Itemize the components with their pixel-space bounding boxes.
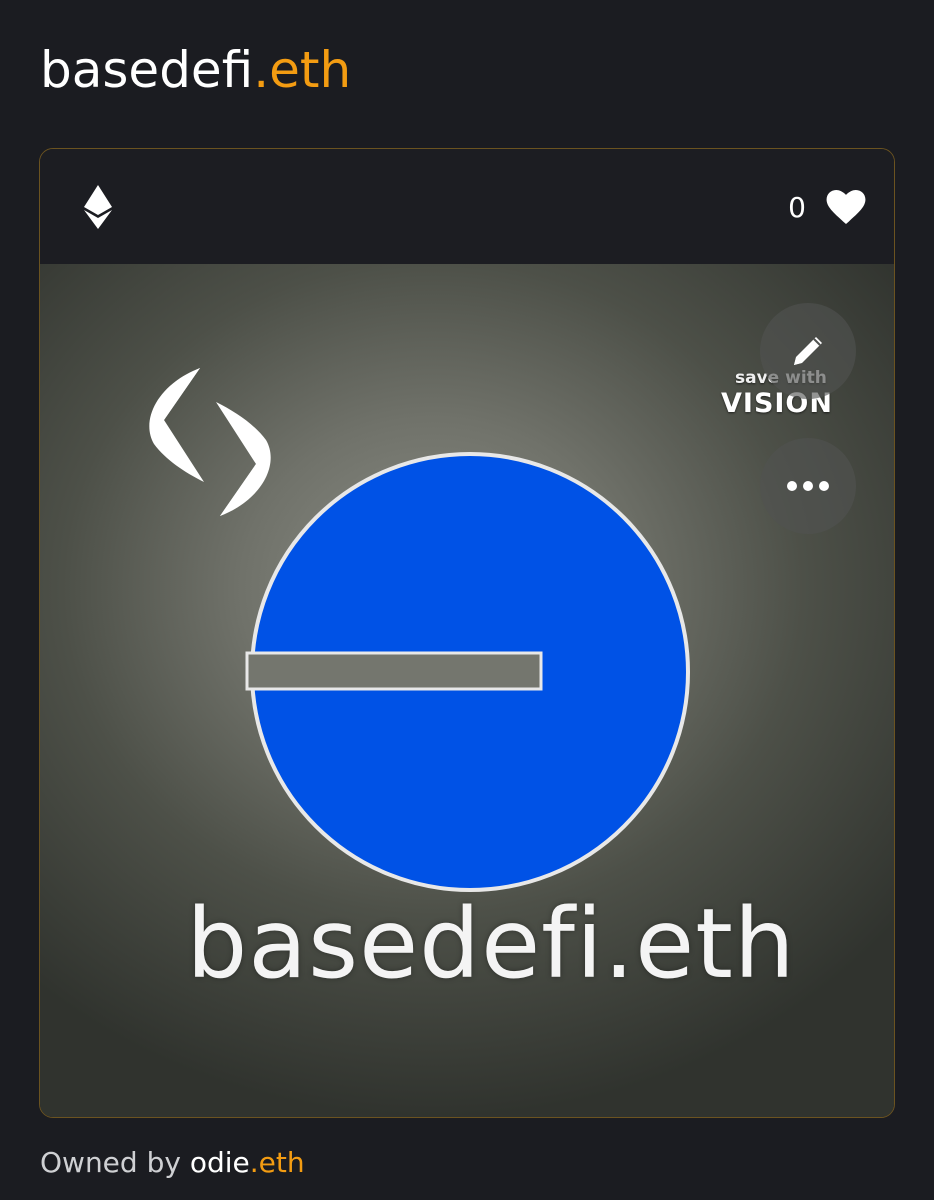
more-dots-icon [787, 481, 829, 491]
card-header: 0 [40, 149, 894, 264]
owner-tld: .eth [249, 1146, 305, 1179]
edit-button[interactable] [760, 303, 856, 399]
owned-by: Owned by odie.eth [40, 1145, 305, 1181]
artwork-text: basedefi.eth [186, 888, 796, 1000]
nft-card: 0 basedefi.eth save with VISION [39, 148, 895, 1118]
like-count: 0 [788, 190, 806, 224]
heart-icon[interactable] [826, 190, 866, 224]
page-title: basedefi.eth [40, 38, 351, 102]
owned-by-label: Owned by [40, 1146, 190, 1179]
domain-name: basedefi [40, 41, 254, 99]
base-logo-icon [245, 452, 690, 892]
domain-tld: .eth [253, 41, 352, 99]
owner-name: odie [189, 1146, 250, 1179]
pencil-icon [794, 337, 822, 365]
owner-link[interactable]: odie.eth [190, 1146, 305, 1179]
nft-detail-page: basedefi.eth 0 basedefi.eth save VISION … [0, 0, 934, 1200]
ethereum-icon [84, 185, 112, 229]
more-options-button[interactable] [760, 438, 856, 534]
like-group: 0 [788, 187, 866, 227]
